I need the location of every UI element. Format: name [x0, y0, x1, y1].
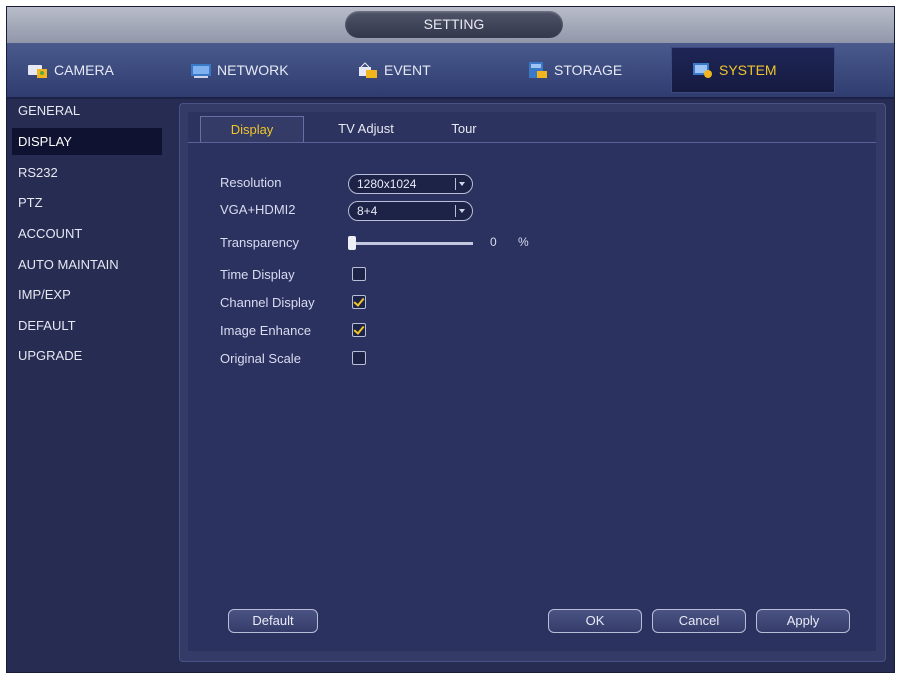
display-settings-panel: Display TV Adjust Tour Resolution 1280x1…	[179, 103, 886, 662]
topnav-event-label: EVENT	[384, 62, 431, 78]
transparency-unit: %	[518, 235, 529, 249]
storage-icon	[527, 61, 549, 79]
transparency-label: Transparency	[220, 235, 299, 250]
system-icon	[692, 61, 714, 79]
time-display-label: Time Display	[220, 267, 295, 282]
channel-display-label: Channel Display	[220, 295, 315, 310]
topnav-camera[interactable]: CAMERA	[25, 47, 147, 93]
channel-display-checkbox[interactable]	[352, 295, 366, 309]
top-navigation: CAMERA NETWORK EVENT STORAGE SYSTEM	[7, 43, 894, 99]
sidebar-item-account[interactable]: ACCOUNT	[12, 220, 162, 247]
image-enhance-label: Image Enhance	[220, 323, 312, 338]
sidebar-item-upgrade[interactable]: UPGRADE	[12, 342, 162, 369]
transparency-slider-track[interactable]	[348, 242, 473, 245]
original-scale-label: Original Scale	[220, 351, 301, 366]
network-icon	[190, 61, 212, 79]
settings-window: SETTING CAMERA NETWORK EVENT STORAGE SYS…	[6, 6, 895, 673]
sidebar-item-general[interactable]: GENERAL	[12, 97, 162, 124]
vga-hdmi-select[interactable]: 8+4	[348, 201, 473, 221]
topnav-system[interactable]: SYSTEM	[671, 47, 835, 93]
original-scale-checkbox[interactable]	[352, 351, 366, 365]
sidebar: GENERAL DISPLAY RS232 PTZ ACCOUNT AUTO M…	[7, 97, 171, 657]
display-tab-content: Resolution 1280x1024 VGA+HDMI2 8+4 Trans…	[188, 143, 876, 651]
topnav-storage-label: STORAGE	[554, 62, 623, 78]
sidebar-item-display[interactable]: DISPLAY	[12, 128, 162, 155]
resolution-select[interactable]: 1280x1024	[348, 174, 473, 194]
chevron-down-icon	[455, 178, 468, 190]
topnav-event[interactable]: EVENT	[357, 47, 487, 93]
resolution-value: 1280x1024	[357, 177, 417, 191]
apply-button[interactable]: Apply	[756, 609, 850, 633]
sidebar-item-imp-exp[interactable]: IMP/EXP	[12, 281, 162, 308]
sidebar-item-ptz[interactable]: PTZ	[12, 189, 162, 216]
sidebar-item-auto-maintain[interactable]: AUTO MAINTAIN	[12, 251, 162, 278]
sidebar-item-default[interactable]: DEFAULT	[12, 312, 162, 339]
tab-display[interactable]: Display	[200, 116, 304, 142]
default-button[interactable]: Default	[228, 609, 318, 633]
tab-tv-adjust[interactable]: TV Adjust	[316, 116, 416, 142]
ok-button[interactable]: OK	[548, 609, 642, 633]
transparency-value: 0	[490, 235, 497, 249]
resolution-label: Resolution	[220, 175, 282, 190]
event-icon	[357, 61, 379, 79]
topnav-camera-label: CAMERA	[54, 62, 114, 78]
vga-hdmi-label: VGA+HDMI2	[220, 202, 296, 217]
image-enhance-checkbox[interactable]	[352, 323, 366, 337]
topnav-network-label: NETWORK	[217, 62, 289, 78]
vga-hdmi-value: 8+4	[357, 204, 378, 218]
topnav-network[interactable]: NETWORK	[190, 47, 320, 93]
camera-icon	[27, 61, 49, 79]
sidebar-item-rs232[interactable]: RS232	[12, 159, 162, 186]
chevron-down-icon	[455, 205, 468, 217]
tab-tour[interactable]: Tour	[424, 116, 504, 142]
title-bar: SETTING	[7, 7, 894, 43]
topnav-storage[interactable]: STORAGE	[527, 47, 657, 93]
cancel-button[interactable]: Cancel	[652, 609, 746, 633]
time-display-checkbox[interactable]	[352, 267, 366, 281]
window-title: SETTING	[345, 11, 563, 38]
tab-bar: Display TV Adjust Tour	[188, 112, 876, 143]
topnav-system-label: SYSTEM	[719, 62, 777, 78]
transparency-slider-handle[interactable]	[348, 236, 356, 250]
